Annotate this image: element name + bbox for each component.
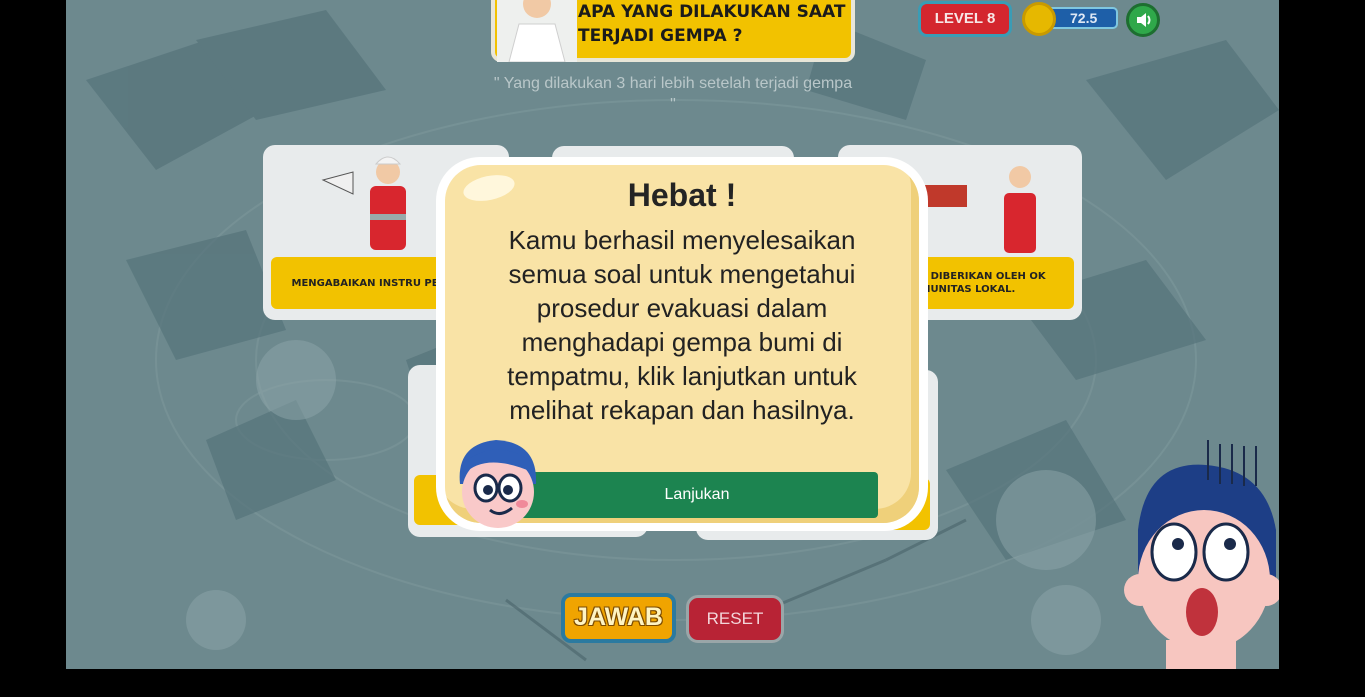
dialog-title: Hebat ! — [627, 177, 737, 213]
person-illustration — [497, 0, 577, 62]
question-subtitle: " Yang dilakukan 3 hari lebih setelah te… — [493, 75, 853, 113]
speaker-icon — [1137, 13, 1151, 27]
dialog-message: Kamu berhasil menyelesaikan semua soal u… — [507, 225, 857, 425]
level-badge: LEVEL 8 — [918, 1, 1012, 37]
officer-megaphone-illustration — [321, 156, 406, 250]
sound-toggle-button[interactable] — [1126, 3, 1160, 37]
pmi-volunteer-illustration — [923, 166, 1036, 253]
question-text: APA YANG DILAKUKAN SAAT TERJADI GEMPA ? — [578, 2, 846, 46]
game-stage: APA YANG DILAKUKAN SAAT TERJADI GEMPA ? … — [66, 0, 1279, 669]
coin-icon — [1022, 2, 1056, 36]
scared-character-illustration — [1124, 440, 1279, 669]
mascot-character-icon — [459, 440, 537, 528]
jawab-button[interactable]: JAWAB — [561, 593, 676, 643]
continue-button[interactable]: Lanjukan — [516, 472, 878, 518]
reset-button[interactable]: RESET — [686, 595, 784, 643]
